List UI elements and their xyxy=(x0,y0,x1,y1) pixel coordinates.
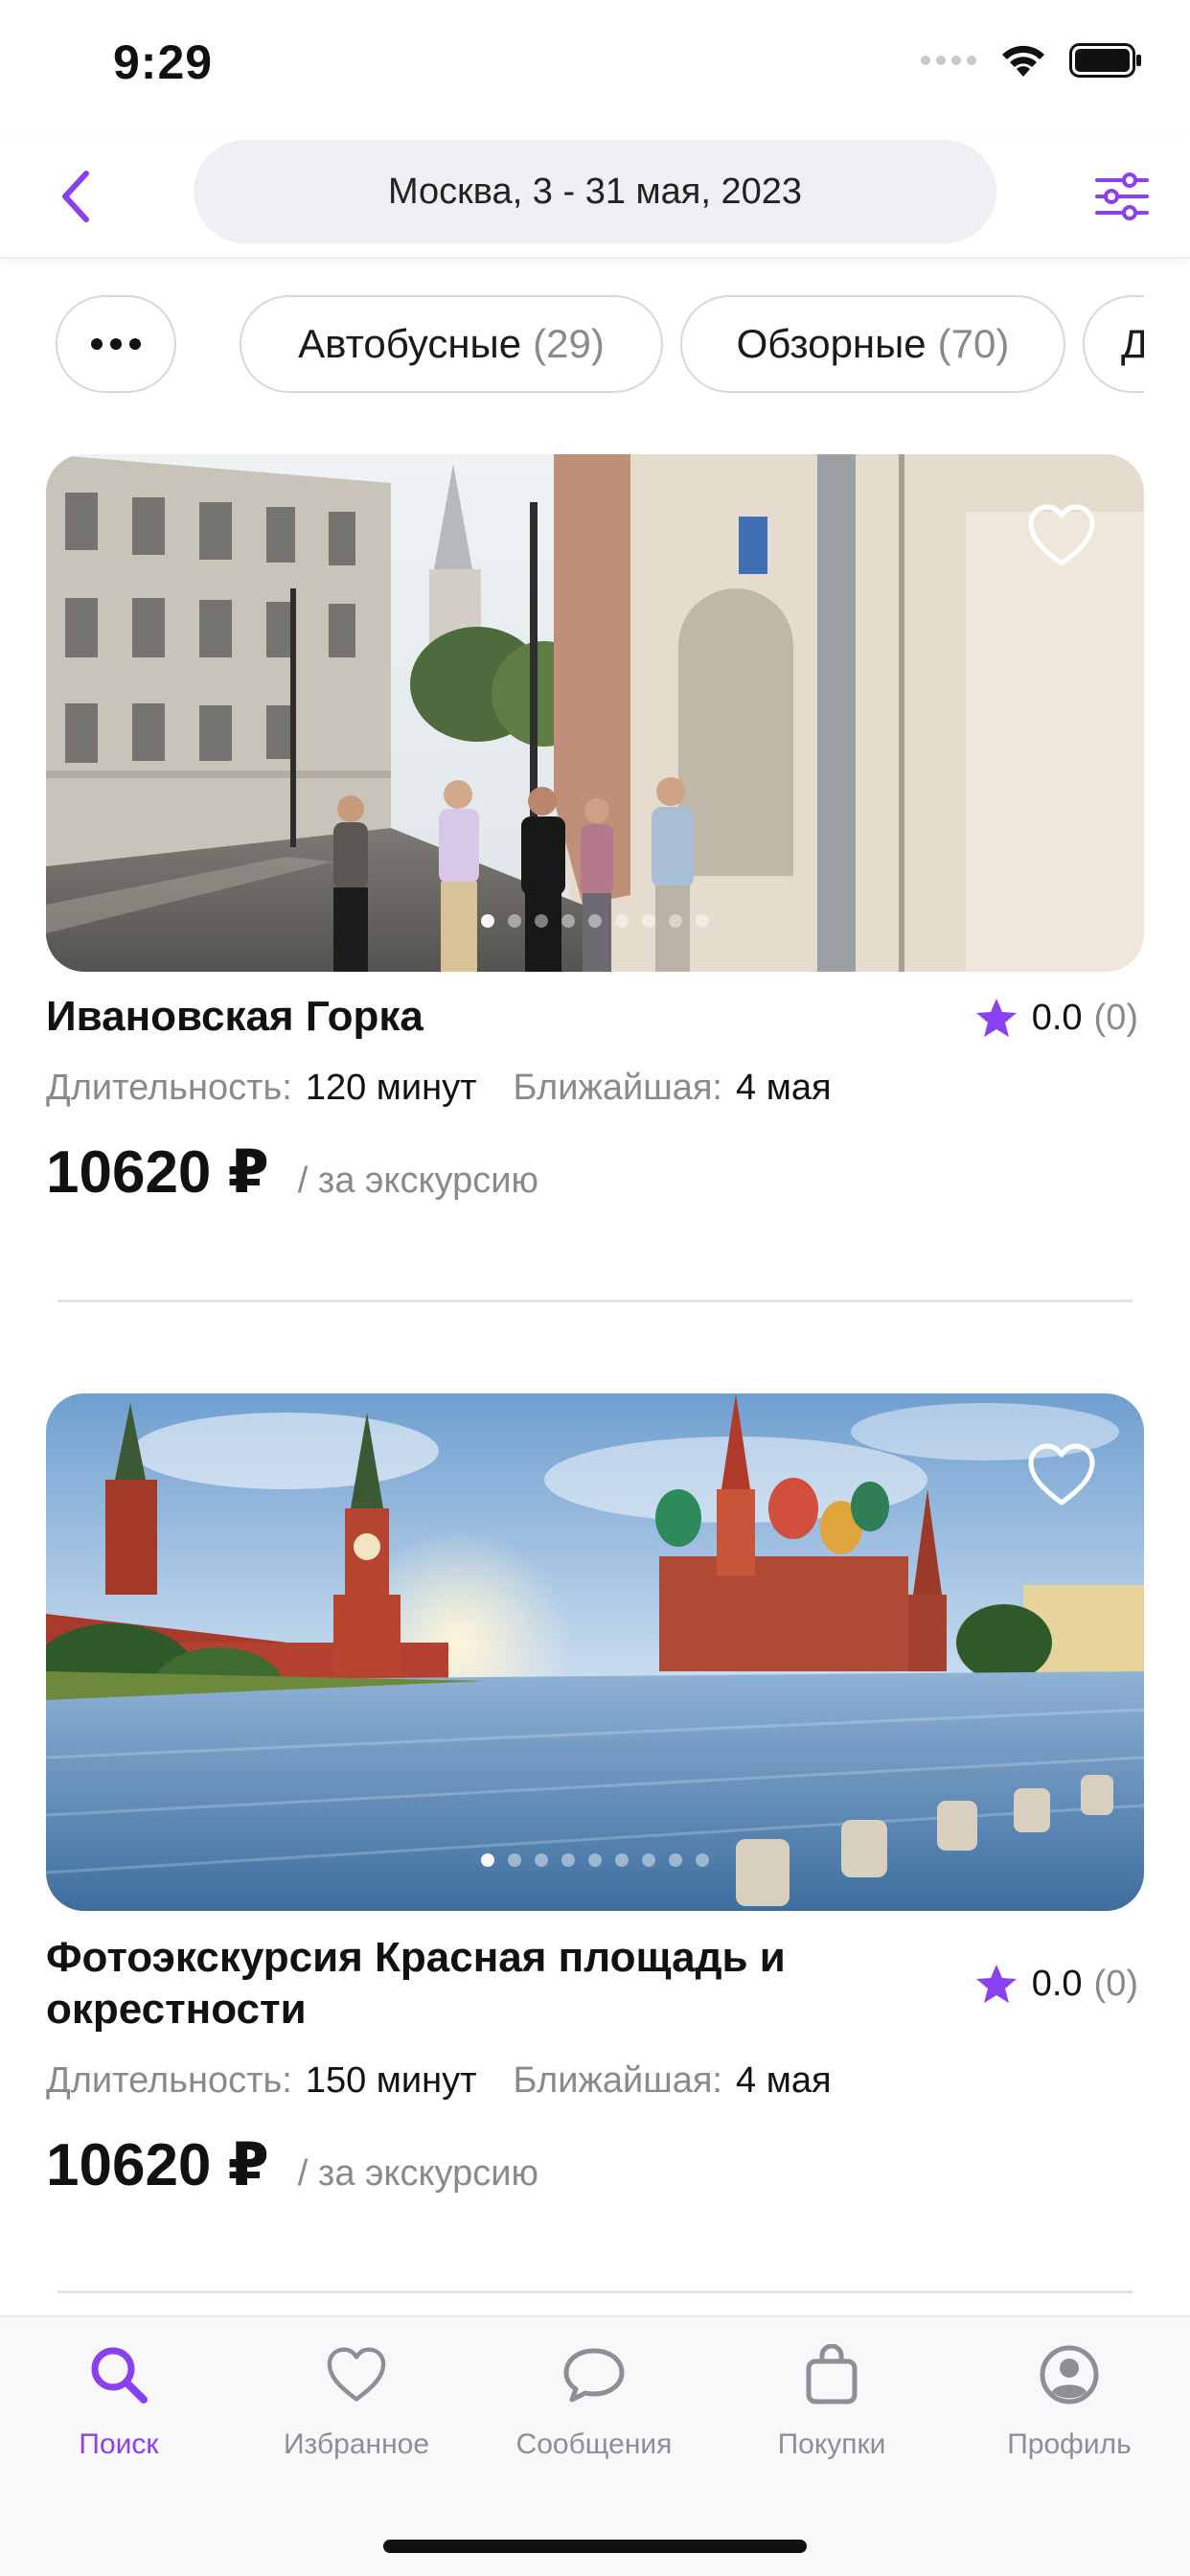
duration-label: Длительность: xyxy=(46,1068,292,1108)
carousel-dot xyxy=(696,914,709,928)
tab-purchases[interactable]: Покупки xyxy=(713,2340,950,2461)
more-icon xyxy=(91,338,141,350)
duration-value: 120 минут xyxy=(305,1068,477,1108)
wifi-icon xyxy=(1002,45,1044,77)
tour-price-row: 10620 ₽ / за экскурсию xyxy=(46,1137,538,1207)
review-count: (0) xyxy=(1093,1963,1138,2004)
tour-price: 10620 ₽ xyxy=(46,2132,269,2198)
search-header: Москва, 3 - 31 мая, 2023 xyxy=(0,134,1190,259)
tab-label: Профиль xyxy=(1007,2428,1132,2460)
carousel-dot xyxy=(535,914,548,928)
carousel-dot xyxy=(669,1853,682,1867)
filter-chip-partial[interactable]: Д xyxy=(1083,295,1144,393)
search-icon xyxy=(91,2347,148,2404)
tour-photo-carousel[interactable] xyxy=(46,454,1144,972)
rating-value: 0.0 xyxy=(1031,997,1083,1038)
tour-photo xyxy=(46,454,1144,972)
filter-chip-label: Автобусные xyxy=(298,321,522,366)
carousel-dot xyxy=(669,914,682,928)
carousel-dot xyxy=(615,1853,629,1867)
status-icons xyxy=(920,42,1142,79)
heart-icon xyxy=(327,2347,386,2402)
tab-search[interactable]: Поиск xyxy=(0,2340,238,2461)
user-circle-icon xyxy=(1040,2345,1099,2404)
tab-profile[interactable]: Профиль xyxy=(950,2340,1188,2461)
filter-chip-bus[interactable]: Автобусные (29) xyxy=(240,295,663,393)
nearest-date-label: Ближайшая: xyxy=(513,2060,722,2101)
tour-price: 10620 ₽ xyxy=(46,1139,269,1206)
tab-messages[interactable]: Сообщения xyxy=(475,2340,713,2461)
location-date-selector[interactable]: Москва, 3 - 31 мая, 2023 xyxy=(194,140,996,243)
tour-title[interactable]: Ивановская Горка xyxy=(46,991,870,1043)
carousel-dot xyxy=(561,914,575,928)
more-filters-button[interactable] xyxy=(56,295,176,393)
tour-rating: 0.0 (0) xyxy=(974,997,1138,1039)
carousel-dot xyxy=(561,1853,575,1867)
filter-chip-count: (29) xyxy=(533,321,605,366)
tour-card[interactable]: Фотоэкскурсия Красная площадь и окрестно… xyxy=(46,1393,1144,2237)
rating-value: 0.0 xyxy=(1031,1963,1083,2004)
tab-favorites[interactable]: Избранное xyxy=(238,2340,475,2461)
nearest-date-value: 4 мая xyxy=(736,2060,832,2101)
carousel-dot xyxy=(588,1853,602,1867)
nearest-date-label: Ближайшая: xyxy=(513,1068,722,1108)
tab-label: Покупки xyxy=(777,2428,886,2460)
carousel-dot xyxy=(615,914,629,928)
home-indicator[interactable] xyxy=(383,2540,807,2553)
favorite-heart-icon[interactable] xyxy=(1027,504,1096,567)
card-divider xyxy=(57,2290,1133,2293)
tour-rating: 0.0 (0) xyxy=(974,1963,1138,2005)
back-button[interactable] xyxy=(42,163,109,230)
battery-icon xyxy=(1069,43,1141,78)
chevron-left-icon xyxy=(62,171,89,222)
chat-bubble-icon xyxy=(563,2348,625,2403)
filter-settings-button[interactable] xyxy=(1088,163,1156,230)
card-divider xyxy=(57,1300,1133,1302)
tab-label: Избранное xyxy=(283,2428,430,2460)
tour-title[interactable]: Фотоэкскурсия Красная площадь и окрестно… xyxy=(46,1932,870,2036)
carousel-dot xyxy=(642,1853,655,1867)
tour-price-row: 10620 ₽ / за экскурсию xyxy=(46,2129,538,2199)
tour-meta: Длительность: 150 минут Ближайшая: 4 мая xyxy=(46,2060,832,2102)
filter-chip-label: Д xyxy=(1121,321,1144,366)
price-unit: / за экскурсию xyxy=(297,1161,538,1201)
tour-meta: Длительность: 120 минут Ближайшая: 4 мая xyxy=(46,1068,832,1109)
nearest-date-value: 4 мая xyxy=(736,1068,832,1108)
filter-chip-label: Обзорные xyxy=(736,321,927,366)
filter-chip-overview[interactable]: Обзорные (70) xyxy=(680,295,1065,393)
carousel-dot xyxy=(508,914,521,928)
carousel-page-indicator xyxy=(46,914,1144,928)
carousel-dot xyxy=(481,914,494,928)
duration-value: 150 минут xyxy=(305,2060,477,2101)
carousel-dot xyxy=(696,1853,709,1867)
tour-card[interactable]: Ивановская Горка 0.0 (0) Длительность: 12… xyxy=(46,454,1144,1221)
carousel-dot xyxy=(535,1853,548,1867)
tour-photo-carousel[interactable] xyxy=(46,1393,1144,1911)
review-count: (0) xyxy=(1093,997,1138,1038)
star-icon xyxy=(975,999,1017,1037)
status-time: 9:29 xyxy=(113,35,214,89)
tour-photo xyxy=(46,1393,1144,1911)
favorite-heart-icon[interactable] xyxy=(1027,1443,1096,1506)
cellular-signal-icon xyxy=(921,56,976,65)
duration-label: Длительность: xyxy=(46,2060,292,2101)
filter-chip-count: (70) xyxy=(937,321,1010,366)
shopping-bag-icon xyxy=(806,2344,858,2404)
carousel-dot xyxy=(588,914,602,928)
status-bar: 9:29 xyxy=(0,0,1190,134)
bottom-tab-bar: Поиск Избранное Сообщения Покупки Профил… xyxy=(0,2315,1190,2576)
price-unit: / за экскурсию xyxy=(297,2153,538,2194)
sliders-icon xyxy=(1095,172,1149,220)
carousel-dot xyxy=(481,1853,494,1867)
tab-label: Поиск xyxy=(79,2428,159,2460)
carousel-dot xyxy=(508,1853,521,1867)
star-icon xyxy=(975,1965,1017,2003)
carousel-dot xyxy=(642,914,655,928)
carousel-page-indicator xyxy=(46,1853,1144,1867)
category-filters: Автобусные (29) Обзорные (70) Д xyxy=(0,295,1144,395)
tab-label: Сообщения xyxy=(515,2428,673,2460)
